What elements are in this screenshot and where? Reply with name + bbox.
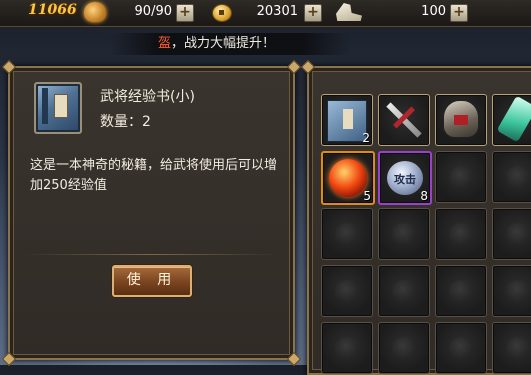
item-description: 这是一本神奇的秘籍，给武将使用后可以增加250经验值 — [30, 158, 278, 193]
empty-slot-icon — [506, 280, 530, 302]
add-stamina-button[interactable]: + — [176, 4, 194, 22]
inventory-slot-empty[interactable] — [492, 265, 531, 317]
empty-slot-icon — [506, 223, 530, 245]
boot-icon — [336, 3, 362, 21]
item-detail-panel: 武将经验书(小) 数量：2 这是一本神奇的秘籍，给武将使用后可以增加250经验值… — [1, 59, 302, 367]
inventory-slot-empty[interactable] — [492, 322, 531, 374]
add-energy-button[interactable]: + — [450, 4, 468, 22]
inventory-slot-empty[interactable] — [378, 322, 430, 374]
inventory-slot-helmet[interactable] — [435, 94, 487, 146]
inventory-panel: 2 5 攻击 8 — [300, 59, 531, 375]
panel-corner-ornament — [1, 351, 17, 367]
inventory-slot-empty[interactable] — [492, 208, 531, 260]
gem-stone-label: 攻击 — [394, 173, 416, 186]
add-gold-button[interactable]: + — [304, 4, 322, 22]
inventory-slot-sword[interactable] — [378, 94, 430, 146]
empty-slot-icon — [449, 166, 473, 188]
notice-text: ，战力大幅提升！ — [171, 36, 276, 51]
combat-power-value: 11066 — [28, 2, 77, 18]
inventory-slot-fire-orb[interactable]: 5 — [321, 151, 375, 205]
item-name: 武将经验书(小) — [100, 89, 195, 105]
gold-value: 20301 — [256, 4, 298, 19]
resource-bar: 11066 90/90 + 20301 + 100 + — [0, 0, 531, 27]
empty-slot-icon — [335, 337, 359, 359]
inventory-slot-gem-stone[interactable]: 攻击 8 — [378, 151, 432, 205]
slot-count: 2 — [362, 131, 370, 145]
slot-count: 8 — [420, 189, 428, 203]
exp-book-icon — [34, 82, 82, 134]
use-button[interactable]: 使 用 — [112, 265, 192, 297]
inventory-slot-empty[interactable] — [321, 322, 373, 374]
panel-corner-ornament — [1, 59, 17, 75]
empty-slot-icon — [449, 223, 473, 245]
system-notice: 盔，战力大幅提升！ — [110, 33, 350, 55]
inventory-slot-exp-book[interactable]: 2 — [321, 94, 373, 146]
empty-slot-icon — [392, 223, 416, 245]
empty-slot-icon — [335, 280, 359, 302]
inventory-slot-empty[interactable] — [435, 151, 487, 203]
panel-corner-ornament — [286, 59, 302, 75]
stamina-resource: 90/90 + — [112, 3, 194, 22]
divider — [24, 254, 279, 255]
energy-resource: 100 + — [368, 3, 468, 22]
exp-book-icon — [327, 100, 367, 142]
empty-slot-icon — [449, 337, 473, 359]
inventory-slot-empty[interactable] — [378, 208, 430, 260]
inventory-slot-jade[interactable] — [492, 94, 531, 146]
empty-slot-icon — [335, 223, 359, 245]
inventory-slot-empty[interactable] — [435, 208, 487, 260]
gold-resource: 20301 + — [232, 3, 322, 22]
coin-icon — [212, 4, 232, 22]
empty-slot-icon — [392, 280, 416, 302]
inventory-slot-empty[interactable] — [492, 151, 531, 203]
empty-slot-icon — [449, 280, 473, 302]
inventory-slot-empty[interactable] — [435, 322, 487, 374]
empty-slot-icon — [506, 337, 530, 359]
inventory-slot-empty[interactable] — [321, 208, 373, 260]
empty-slot-icon — [392, 337, 416, 359]
power-icon — [84, 2, 106, 22]
helmet-icon — [444, 101, 478, 137]
item-quantity: 数量：2 — [100, 114, 151, 130]
jade-icon — [496, 95, 531, 143]
panel-corner-ornament — [286, 351, 302, 367]
panel-corner-ornament — [300, 59, 316, 75]
fire-orb-icon — [329, 159, 367, 197]
stamina-value: 90/90 — [134, 4, 172, 19]
empty-slot-icon — [506, 166, 530, 188]
notice-highlight: 盔 — [158, 36, 172, 51]
inventory-slot-empty[interactable] — [321, 265, 373, 317]
gem-stone-icon: 攻击 — [387, 161, 423, 195]
slot-count: 5 — [363, 189, 371, 203]
inventory-slot-empty[interactable] — [378, 265, 430, 317]
inventory-slot-empty[interactable] — [435, 265, 487, 317]
energy-value: 100 — [421, 4, 446, 19]
